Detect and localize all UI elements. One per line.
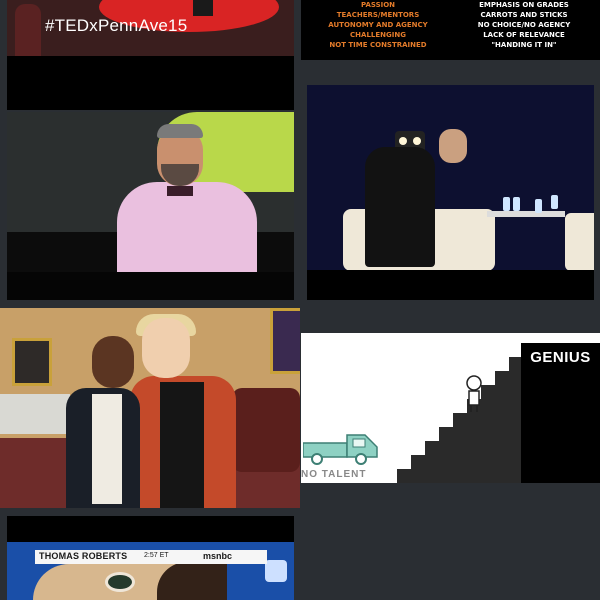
anchor-name: THOMAS ROBERTS: [39, 551, 128, 561]
slide-right-item: NO CHOICE/NO AGENCY: [477, 21, 571, 29]
truck-icon: [303, 434, 378, 465]
stick-figure-icon: [466, 375, 482, 412]
water-bottle: [503, 197, 510, 211]
tedx-video-tile[interactable]: #TEDxPennAve15: [7, 0, 294, 110]
speaker-video-tile[interactable]: [7, 112, 294, 300]
letterbox-bar: [307, 270, 594, 300]
guest-eye: [105, 572, 135, 592]
lamp-icon: [413, 137, 421, 145]
stair-step: [509, 357, 521, 483]
second-armchair: [565, 213, 594, 271]
speaker-face: [439, 129, 467, 163]
water-bottle: [513, 197, 520, 211]
stair-step: [453, 413, 467, 483]
side-table: [487, 211, 565, 217]
woman-face: [142, 318, 190, 378]
water-bottle: [551, 195, 558, 209]
phone-icon: [265, 560, 287, 582]
slide-left-item: NOT TIME CONSTRAINED: [329, 41, 427, 49]
slide-left-item: CHALLENGING: [350, 31, 406, 39]
genius-label: GENIUS: [530, 349, 591, 366]
white-outfit: [92, 394, 122, 504]
slide-right-item: EMPHASIS ON GRADES: [479, 1, 569, 9]
letterbox-bar: [7, 56, 294, 110]
stair-step: [425, 441, 439, 483]
slide-right-item: CARROTS AND STICKS: [480, 11, 568, 19]
slide-right-column: EMPHASIS ON GRADES CARROTS AND STICKS NO…: [469, 0, 579, 50]
no-talent-caption: NO TALENT: [301, 469, 367, 480]
slide-left-item: PASSION: [360, 1, 396, 9]
stair-step: [495, 371, 509, 483]
slide-right-item: "HANDING IT IN": [491, 41, 557, 49]
speaker-bowtie: [167, 186, 193, 196]
portrait-photo-tile[interactable]: [0, 308, 300, 508]
stair-step: [397, 469, 411, 483]
slide-left-item: TEACHERS/MENTORS: [336, 11, 420, 19]
tedx-hashtag: #TEDxPennAve15: [45, 16, 188, 35]
stair-step: [439, 427, 453, 483]
speaker-legs: [193, 0, 213, 16]
guest-hair: [157, 562, 227, 600]
seated-speaker: [365, 147, 435, 267]
black-top: [160, 382, 204, 508]
slide-text-tile[interactable]: PASSION TEACHERS/MENTORS AUTONOMY AND AG…: [301, 0, 600, 60]
slide-right-item: LACK OF RELEVANCE: [483, 31, 565, 39]
wall-painting: [270, 308, 300, 374]
broadcast-time: 2:57 ET: [144, 552, 169, 559]
network-logo: msnbc: [203, 551, 233, 561]
side-table: [0, 394, 70, 434]
stair-step: [411, 455, 425, 483]
genius-illustration-tile[interactable]: GENIUS NO TALENT: [301, 333, 600, 483]
conference-video-tile[interactable]: [307, 85, 594, 300]
letterbox-bar: [7, 272, 294, 300]
speaker-hair: [157, 124, 203, 138]
woman-face: [92, 336, 134, 388]
audience-member: [15, 4, 41, 56]
slide-left-column: PASSION TEACHERS/MENTORS AUTONOMY AND AG…: [323, 0, 433, 50]
water-bottle: [535, 199, 542, 213]
wall-painting: [12, 338, 52, 386]
news-video-tile[interactable]: THOMAS ROBERTS 2:57 ET msnbc: [7, 516, 294, 600]
lamp-icon: [399, 137, 407, 145]
slide-left-item: AUTONOMY AND AGENCY: [328, 21, 428, 29]
leather-couch: [232, 388, 300, 472]
